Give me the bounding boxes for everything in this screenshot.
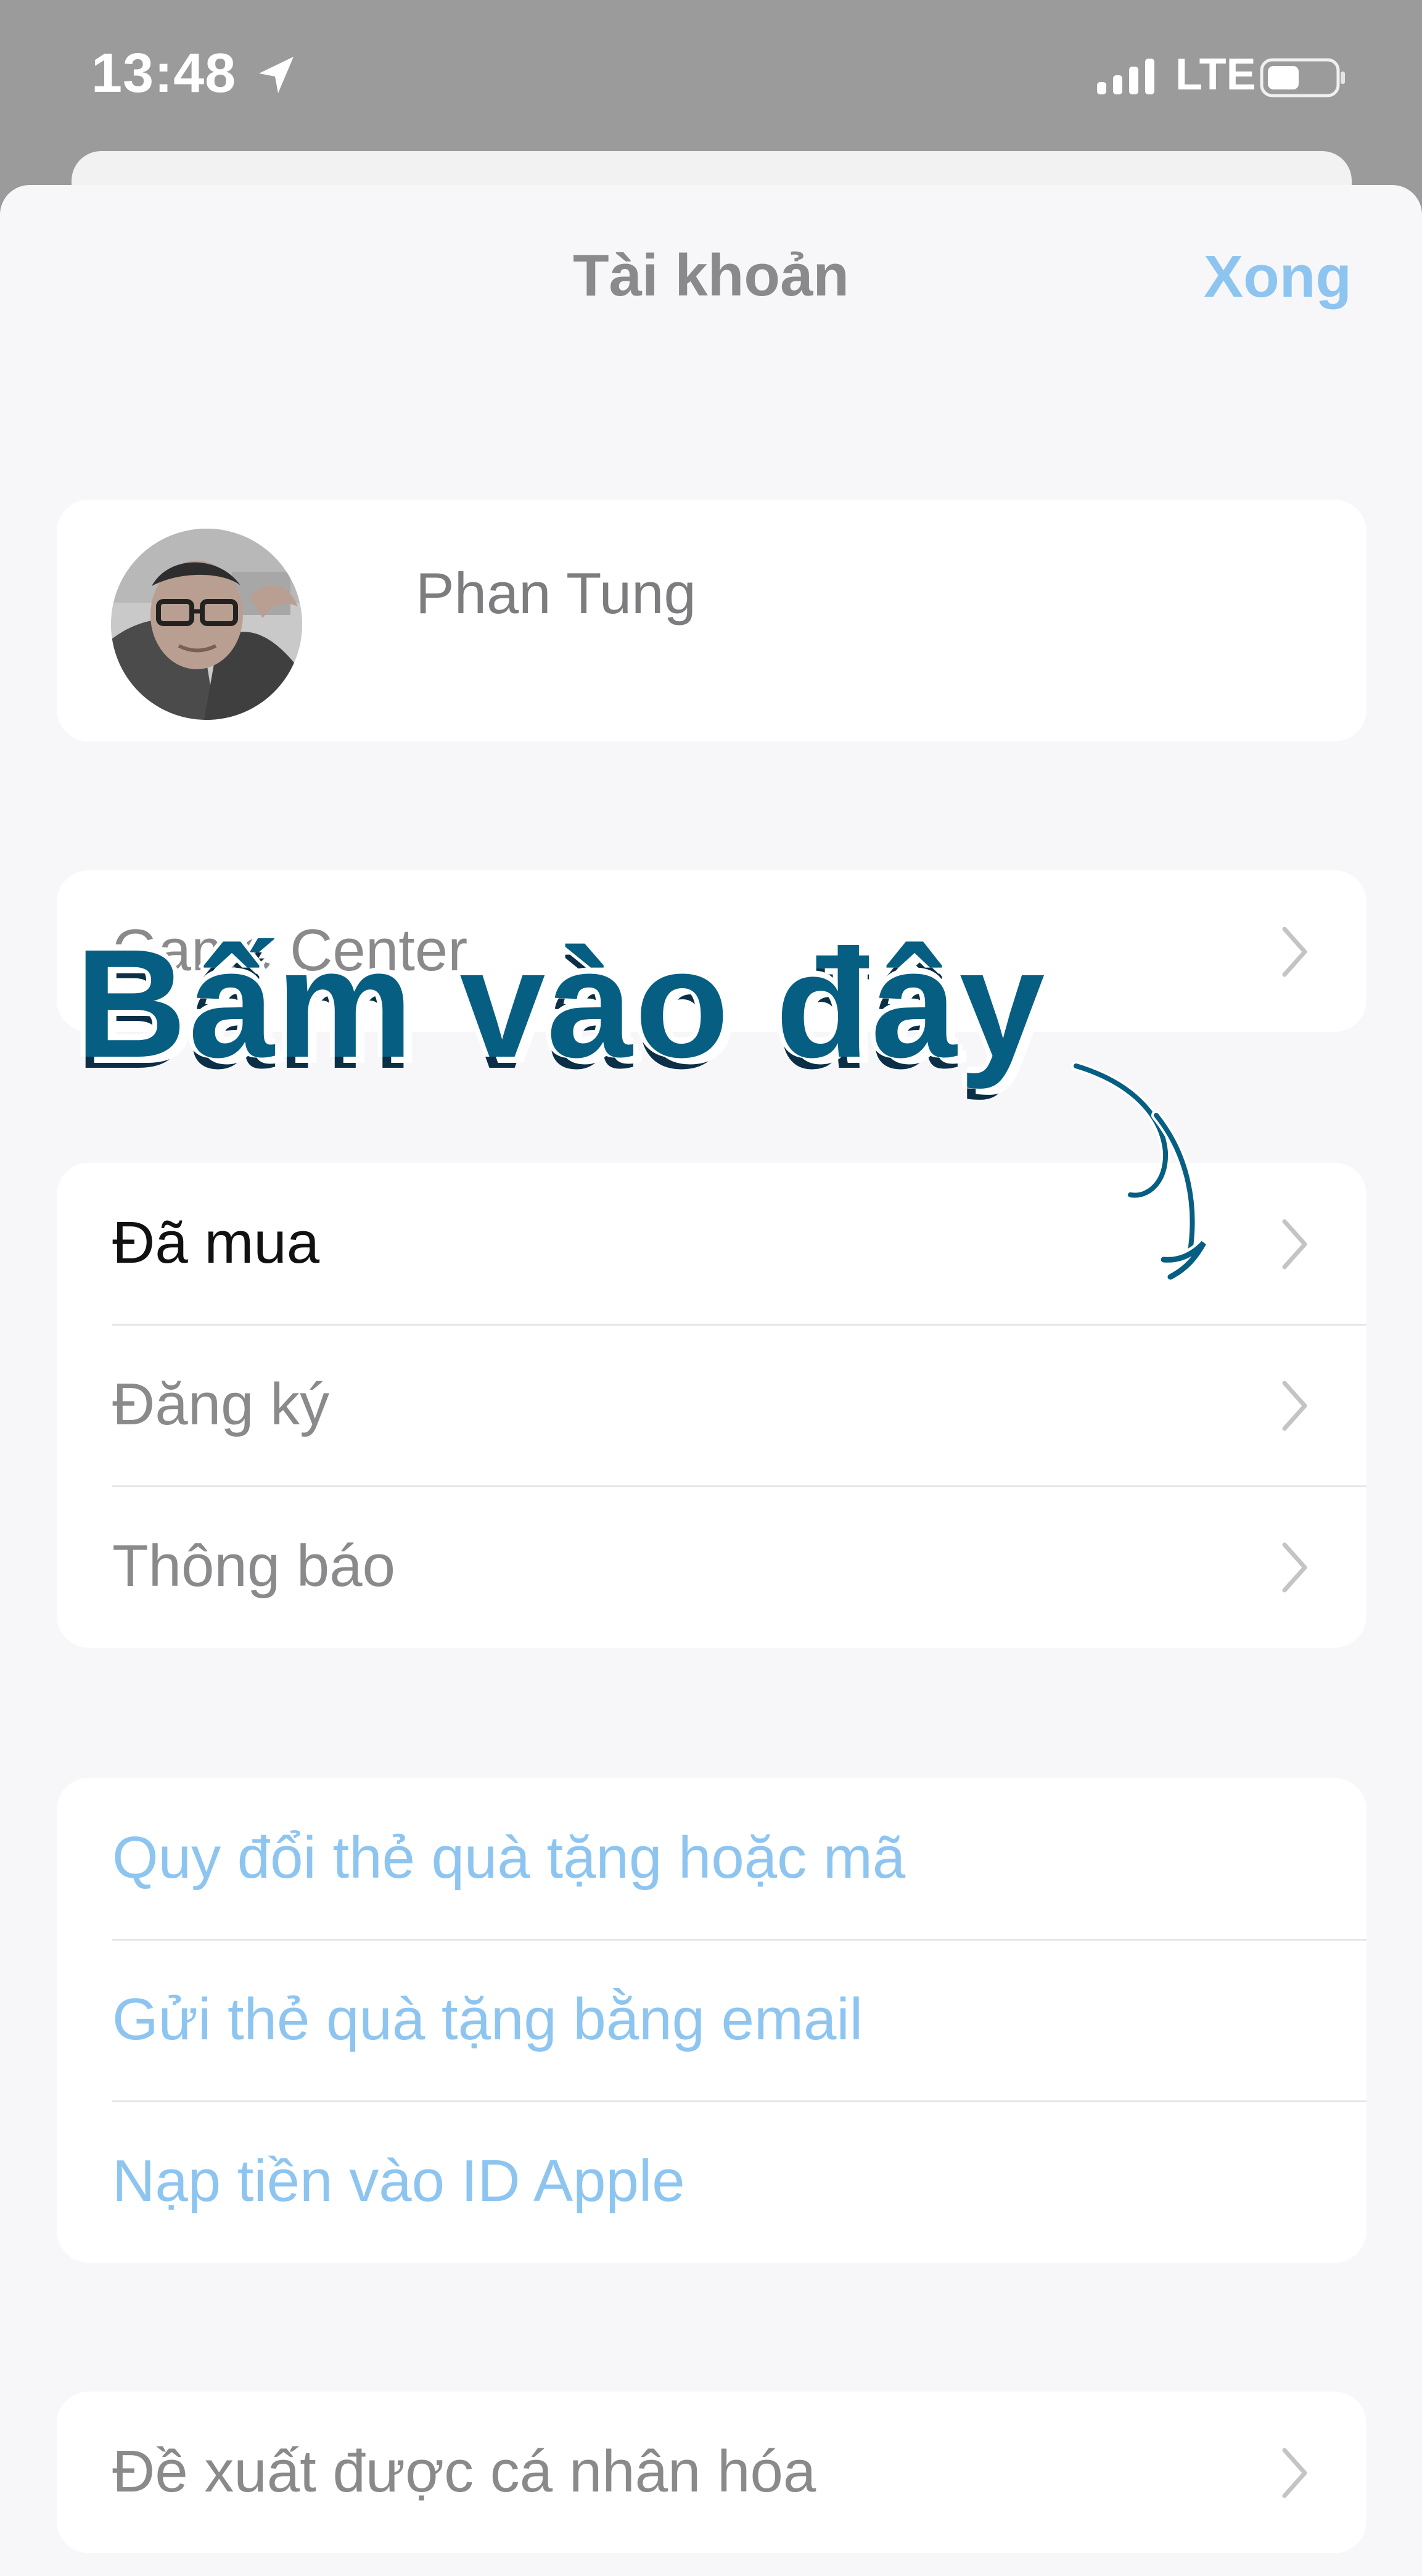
profile-name: Phan Tung [416, 561, 696, 625]
subscriptions-label: Đăng ký [112, 1371, 330, 1437]
personalized-recommendations-label: Đề xuất được cá nhân hóa [112, 2438, 816, 2504]
annotation-text: Bấm vào đây [75, 917, 1047, 1089]
notifications-row[interactable]: Thông báo [57, 1486, 1367, 1648]
add-funds-label: Nạp tiền vào ID Apple [112, 2148, 685, 2214]
add-funds-row[interactable]: Nạp tiền vào ID Apple [57, 2101, 1367, 2263]
chevron-right-icon [1282, 927, 1307, 977]
redeem-gift-card-row[interactable]: Quy đổi thẻ quà tặng hoặc mã [57, 1778, 1367, 1939]
subscriptions-row[interactable]: Đăng ký [57, 1324, 1367, 1486]
send-gift-card-label: Gửi thẻ quà tặng bằng email [112, 1986, 863, 2052]
personalized-recommendations-row[interactable]: Đề xuất được cá nhân hóa [57, 2392, 1367, 2553]
notifications-label: Thông báo [112, 1533, 396, 1599]
profile-subtext-mask [416, 655, 1082, 665]
status-bar: 13:48 LTE [0, 0, 1422, 151]
status-time: 13:48 [91, 43, 237, 104]
chevron-right-icon [1282, 1542, 1307, 1593]
redeem-gift-card-label: Quy đổi thẻ quà tặng hoặc mã [112, 1825, 906, 1891]
done-button[interactable]: Xong [1204, 243, 1352, 311]
gift-card-section: Quy đổi thẻ quà tặng hoặc mã Gửi thẻ quà… [57, 1778, 1367, 2263]
avatar-image [111, 529, 302, 720]
profile-card[interactable]: Phan Tung [57, 500, 1367, 741]
account-sheet: Tài khoản Xong Phan Tung Bấm vào đây Gam… [0, 185, 1422, 2576]
chevron-right-icon [1282, 1219, 1307, 1269]
annotation-arrow-icon [1071, 1061, 1209, 1282]
chevron-right-icon [1282, 1381, 1307, 1431]
avatar[interactable] [111, 529, 302, 720]
signal-icon [1097, 59, 1154, 94]
personalized-card[interactable]: Đề xuất được cá nhân hóa [57, 2392, 1367, 2553]
location-icon [259, 57, 294, 93]
purchased-label: Đã mua [112, 1210, 320, 1276]
send-gift-card-row[interactable]: Gửi thẻ quà tặng bằng email [57, 1939, 1367, 2101]
network-label: LTE [1175, 50, 1256, 99]
chevron-right-icon [1282, 2448, 1307, 2498]
battery-icon [1260, 58, 1345, 97]
